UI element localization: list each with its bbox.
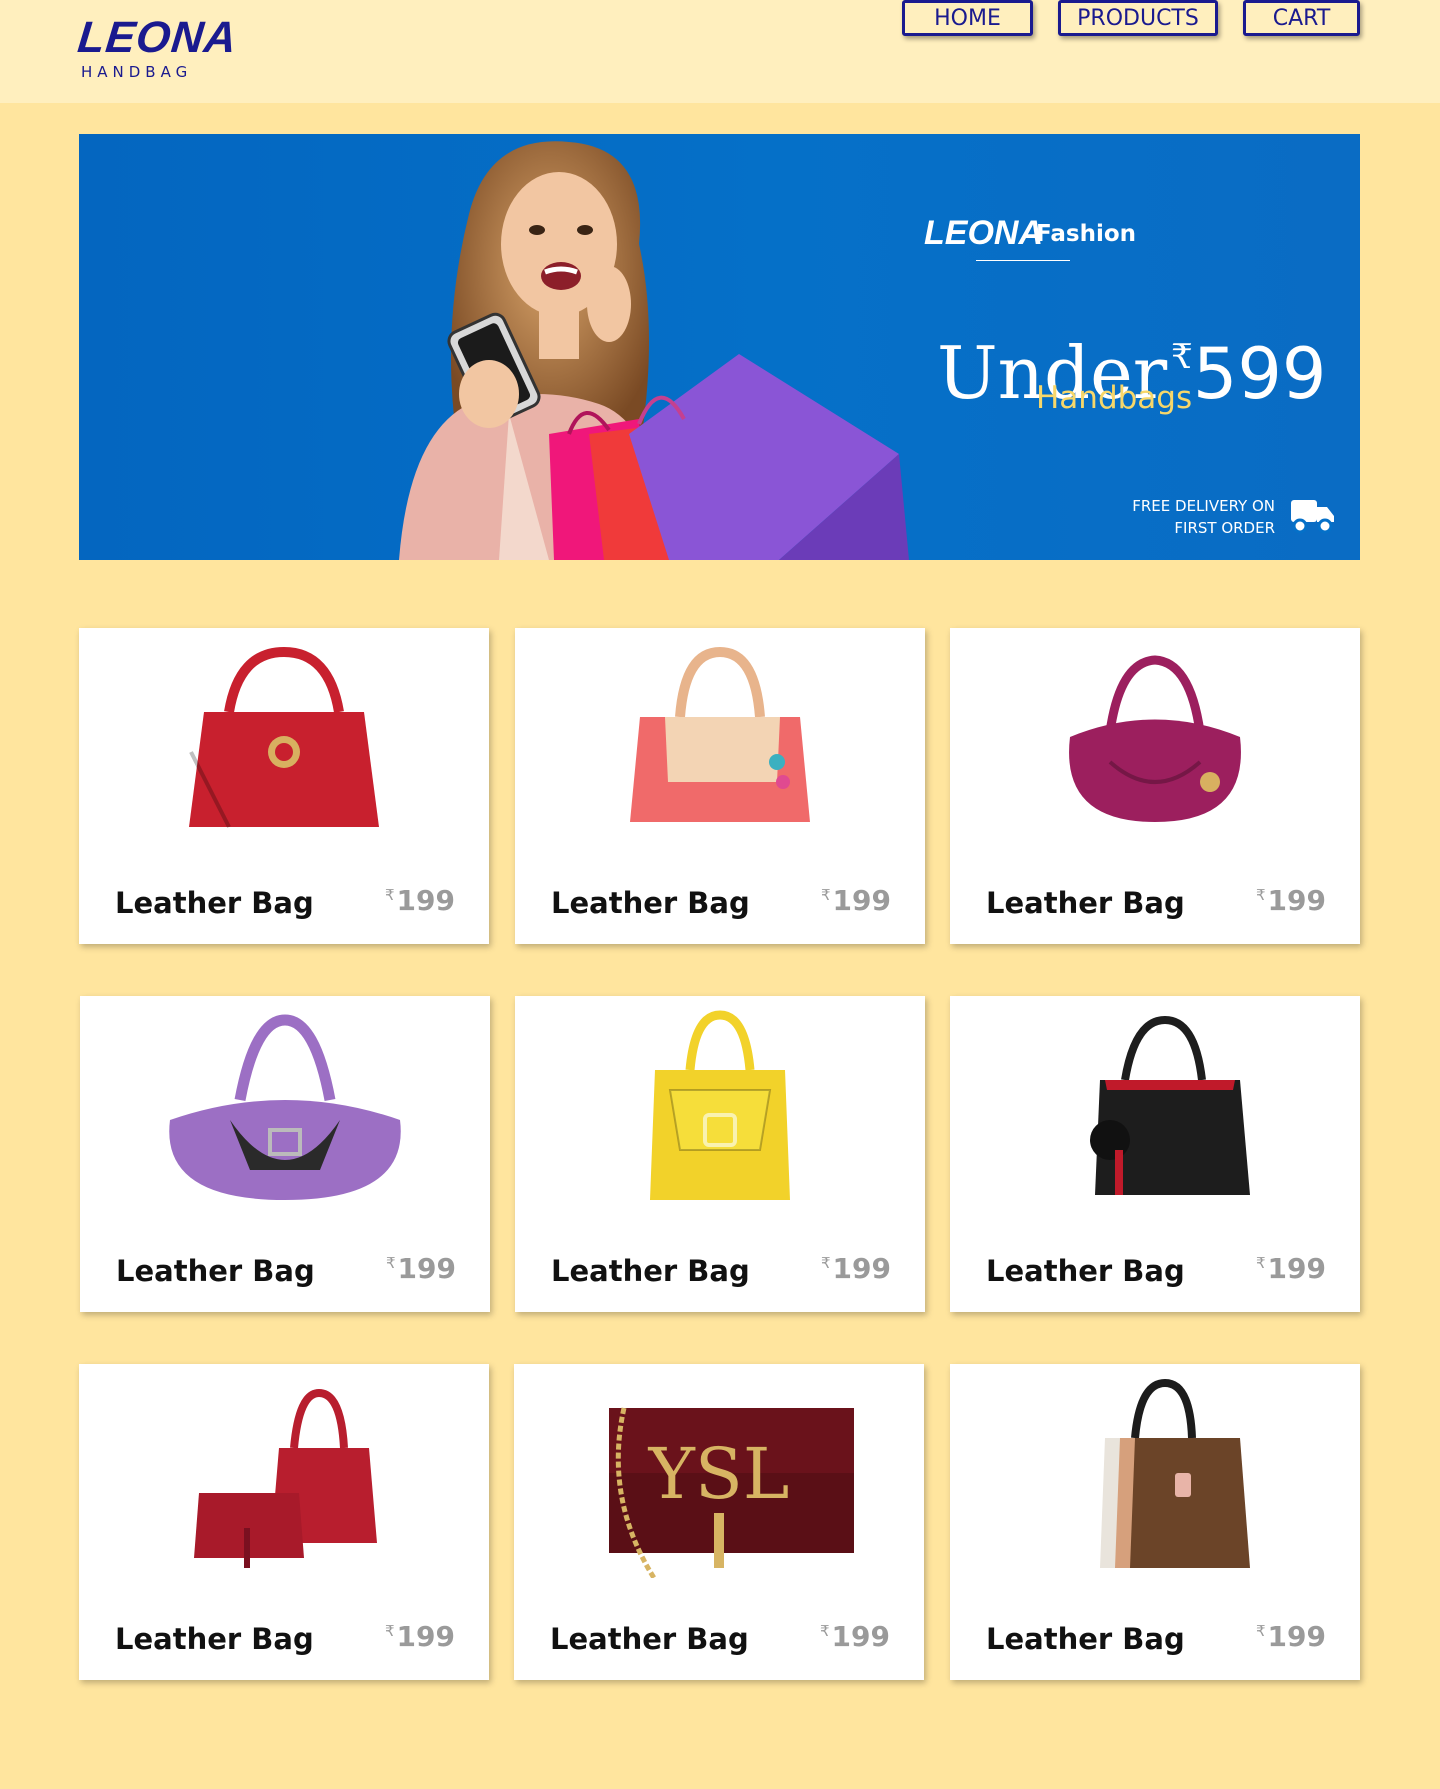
banner-subheadline: Handbags: [1036, 380, 1193, 416]
logo[interactable]: LEONA HANDBAG: [75, 13, 240, 88]
product-currency: ₹: [821, 886, 831, 904]
product-price-value: 199: [1267, 1252, 1326, 1285]
banner-brand-underline: [976, 260, 1070, 261]
product-name: Leather Bag: [116, 1254, 315, 1288]
nav-products-button[interactable]: PRODUCTS: [1058, 0, 1218, 36]
product-card[interactable]: Leather Bag ₹199: [80, 996, 490, 1312]
product-price-value: 199: [397, 1252, 456, 1285]
product-card[interactable]: Leather Bag ₹199: [515, 628, 925, 944]
product-image: [189, 646, 379, 828]
product-name: Leather Bag: [986, 1622, 1185, 1656]
product-card[interactable]: Leather Bag ₹199: [79, 1364, 489, 1680]
product-card[interactable]: Leather Bag ₹199: [950, 1364, 1360, 1680]
banner-brand-word: Fashion: [1036, 221, 1137, 247]
product-image: [650, 1010, 790, 1200]
product-price-value: 199: [831, 1620, 890, 1653]
product-name: Leather Bag: [986, 1254, 1185, 1288]
product-price: ₹199: [386, 1252, 456, 1285]
product-currency: ₹: [821, 1254, 831, 1272]
product-card[interactable]: Leather Bag ₹199: [515, 996, 925, 1312]
product-card[interactable]: YSL Leather Bag ₹199: [514, 1364, 924, 1680]
product-name: Leather Bag: [550, 1622, 749, 1656]
product-currency: ₹: [820, 1622, 830, 1640]
svg-text:YSL: YSL: [648, 1433, 790, 1515]
nav-home-button[interactable]: HOME: [902, 0, 1033, 36]
product-card[interactable]: Leather Bag ₹199: [950, 996, 1360, 1312]
product-currency: ₹: [1256, 1622, 1266, 1640]
product-currency: ₹: [386, 1254, 396, 1272]
delivery-line-2: FIRST ORDER: [1174, 519, 1275, 537]
truck-icon: [1291, 500, 1334, 534]
nav-cart-button[interactable]: CART: [1243, 0, 1360, 36]
product-price: ₹199: [820, 1620, 890, 1653]
delivery-line-1: FREE DELIVERY ON: [1132, 497, 1275, 515]
headline-price: 599: [1192, 333, 1327, 415]
product-card[interactable]: Leather Bag ₹199: [79, 628, 489, 944]
product-name: Leather Bag: [551, 886, 750, 920]
logo-subtitle: HANDBAG: [81, 63, 193, 81]
product-name: Leather Bag: [551, 1254, 750, 1288]
product-price: ₹199: [1256, 884, 1326, 917]
product-price: ₹199: [821, 1252, 891, 1285]
product-price: ₹199: [385, 1620, 455, 1653]
site-header: LEONA HANDBAG HOME PRODUCTS CART: [0, 0, 1440, 103]
banner-model-photo: [399, 141, 909, 560]
promo-banner[interactable]: LEONA Fashion Under ₹599 Handbags FREE DE…: [79, 134, 1360, 560]
product-name: Leather Bag: [115, 886, 314, 920]
product-image: [194, 1388, 377, 1568]
product-price-value: 199: [832, 884, 891, 917]
product-currency: ₹: [385, 1622, 395, 1640]
product-image: YSL: [609, 1407, 854, 1578]
product-price-value: 199: [1267, 1620, 1326, 1653]
product-image: [1090, 1015, 1250, 1195]
product-image: [169, 1014, 401, 1200]
product-currency: ₹: [1256, 1254, 1266, 1272]
headline-currency: ₹: [1171, 337, 1193, 377]
product-price-value: 199: [396, 884, 455, 917]
product-card[interactable]: Leather Bag ₹199: [950, 628, 1360, 944]
banner-brand-logo: LEONA: [924, 214, 1043, 252]
product-price-value: 199: [396, 1620, 455, 1653]
product-currency: ₹: [385, 886, 395, 904]
product-price: ₹199: [385, 884, 455, 917]
product-image: [630, 646, 810, 822]
product-name: Leather Bag: [986, 886, 1185, 920]
product-currency: ₹: [1256, 886, 1266, 904]
product-image: [1100, 1378, 1250, 1568]
product-name: Leather Bag: [115, 1622, 314, 1656]
product-price-value: 199: [1267, 884, 1326, 917]
logo-wordmark: LEONA: [75, 13, 240, 62]
product-image: [1069, 655, 1241, 822]
free-delivery-note: FREE DELIVERY ON FIRST ORDER: [1055, 495, 1275, 539]
product-price: ₹199: [1256, 1620, 1326, 1653]
product-price: ₹199: [821, 884, 891, 917]
product-price-value: 199: [832, 1252, 891, 1285]
product-price: ₹199: [1256, 1252, 1326, 1285]
